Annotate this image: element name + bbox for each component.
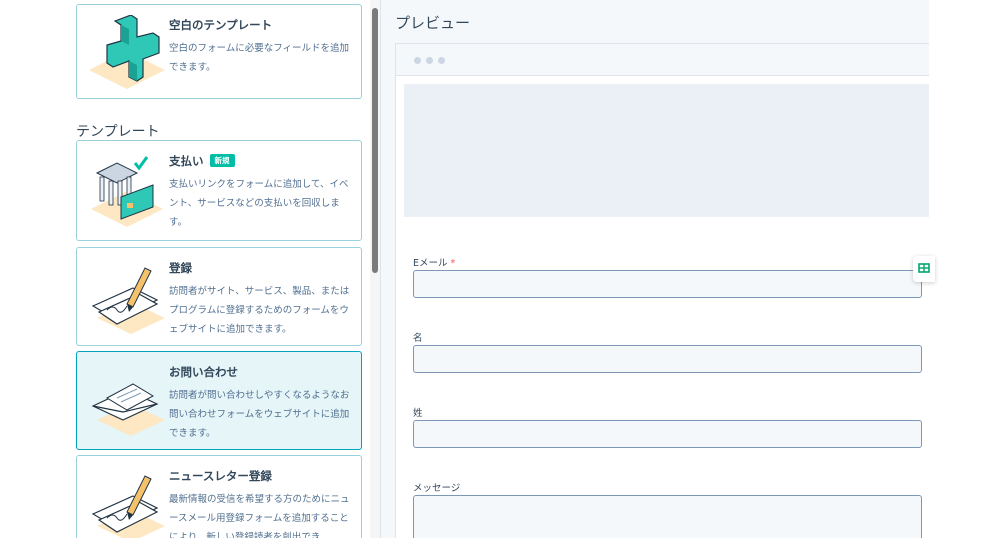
template-card-contact[interactable]: お問い合わせ 訪問者が問い合わせしやすくなるようなお問い合わせフォームをウェブサ… bbox=[76, 351, 362, 450]
template-title-registration: 登録 bbox=[169, 261, 192, 275]
window-dot-icon bbox=[414, 57, 421, 64]
grid-icon bbox=[918, 263, 930, 273]
template-description-registration: 訪問者がサイト、サービス、製品、またはプログラムに登録するためのフォームをウェブ… bbox=[169, 286, 350, 335]
browser-preview-frame: Eメール * 名 姓 メッセージ bbox=[395, 43, 929, 538]
window-dot-icon bbox=[438, 57, 445, 64]
header-image-placeholder bbox=[404, 84, 929, 217]
scrollbar-thumb[interactable] bbox=[372, 8, 378, 273]
template-description-newsletter: 最新情報の受信を希望する方のためにニュースメール用登録フォームを追加することによ… bbox=[169, 494, 350, 538]
template-card-payment[interactable]: 支払い 新規 支払いリンクをフォームに追加して、イベント、サービスなどの支払いを回… bbox=[76, 140, 362, 241]
browser-toolbar bbox=[396, 44, 929, 76]
preview-panel: プレビュー Eメール * 名 姓 メッセージ bbox=[381, 0, 929, 538]
template-card-registration[interactable]: 登録 訪問者がサイト、サービス、製品、またはプログラムに登録するためのフォームを… bbox=[76, 247, 362, 346]
pen-signing-document-icon bbox=[91, 267, 165, 334]
template-card-newsletter[interactable]: ニュースレター登録 最新情報の受信を希望する方のためにニュースメール用登録フォー… bbox=[76, 455, 362, 538]
blank-template-title: 空白のテンプレート bbox=[169, 18, 273, 32]
plus-cross-illustration bbox=[89, 15, 165, 89]
first-name-field-label: 名 bbox=[413, 333, 423, 344]
last-name-field[interactable] bbox=[413, 420, 922, 448]
email-field-label: Eメール * bbox=[413, 258, 456, 269]
window-dot-icon bbox=[426, 57, 433, 64]
envelope-icon bbox=[91, 383, 165, 436]
preview-title: プレビュー bbox=[395, 14, 471, 32]
template-title-newsletter: ニュースレター登録 bbox=[169, 469, 272, 483]
payment-bank-card-icon bbox=[91, 156, 163, 227]
template-list-panel: 空白のテンプレート 空白のフォームに必要なフィールドを追加できます。 テンプレー… bbox=[0, 0, 380, 538]
chat-widget-button[interactable] bbox=[913, 256, 935, 282]
pen-signing-document-icon bbox=[91, 475, 165, 538]
message-field[interactable] bbox=[413, 495, 922, 538]
blank-template-card[interactable]: 空白のテンプレート 空白のフォームに必要なフィールドを追加できます。 bbox=[76, 4, 362, 99]
first-name-field[interactable] bbox=[413, 345, 922, 373]
template-title-contact: お問い合わせ bbox=[169, 365, 238, 379]
template-description-contact: 訪問者が問い合わせしやすくなるようなお問い合わせフォームをウェブサイトに追加でき… bbox=[169, 390, 350, 439]
message-field-label: メッセージ bbox=[413, 483, 461, 494]
last-name-field-label: 姓 bbox=[413, 408, 423, 419]
email-field[interactable] bbox=[413, 270, 922, 298]
new-badge: 新規 bbox=[209, 154, 235, 167]
template-description-payment: 支払いリンクをフォームに追加して、イベント、サービスなどの支払いを回収します。 bbox=[169, 179, 349, 228]
template-title-payment: 支払い 新規 bbox=[169, 153, 235, 169]
page-margin bbox=[929, 0, 1000, 538]
required-asterisk: * bbox=[450, 258, 456, 269]
blank-template-description: 空白のフォームに必要なフィールドを追加できます。 bbox=[169, 43, 350, 73]
templates-heading: テンプレート bbox=[76, 124, 160, 140]
